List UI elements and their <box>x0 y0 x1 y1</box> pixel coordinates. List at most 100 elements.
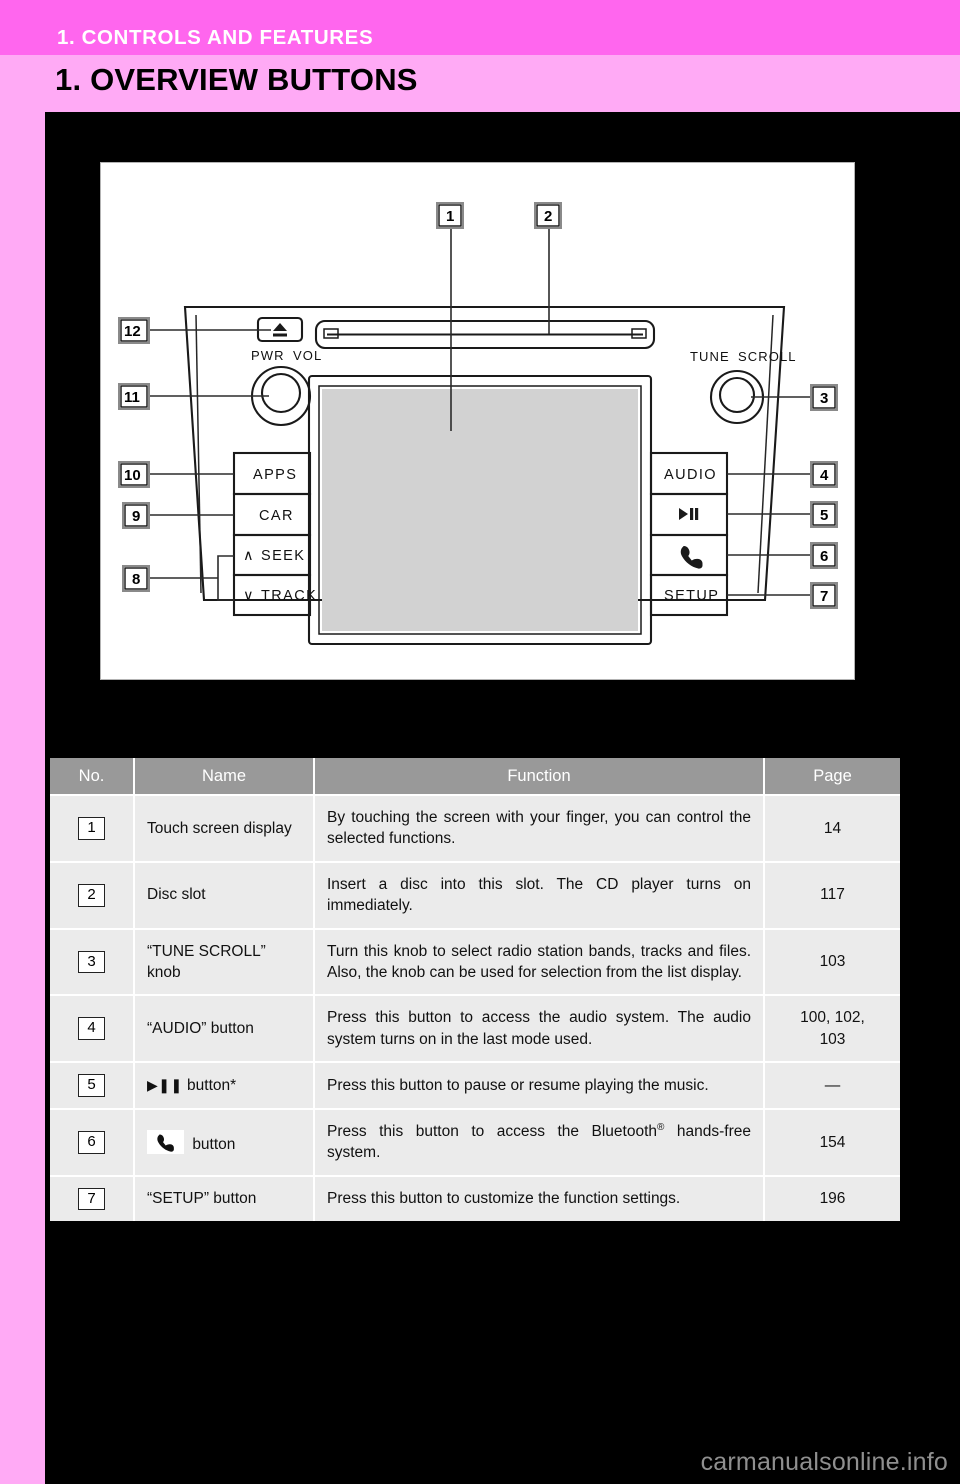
callout-9: 9 <box>122 502 150 529</box>
svg-text:7: 7 <box>820 588 828 605</box>
left-button-column: APPS CAR ∧ SEEK ∨ TRACK <box>232 451 317 617</box>
row-page-cell: 14 <box>764 795 900 863</box>
row-name-cell: button <box>134 1108 315 1177</box>
svg-text:1: 1 <box>446 208 454 225</box>
row-page-cell: — <box>764 1062 900 1110</box>
row-function-cell: Press this button to pause or resume pla… <box>314 1062 765 1110</box>
row-page-cell: 196 <box>764 1175 900 1222</box>
svg-text:12: 12 <box>124 323 141 340</box>
callout-badge: 4 <box>78 1017 105 1040</box>
callout-2: 2 <box>534 202 562 229</box>
table-row: 6 button Press this button to access the… <box>50 1108 900 1177</box>
table-row: 4 “AUDIO” button Press this button to ac… <box>50 995 900 1063</box>
row-name-cell: Touch screen display <box>134 795 315 863</box>
callout-6: 6 <box>810 542 838 569</box>
row-function-cell: By touching the screen with your finger,… <box>314 795 765 863</box>
callout-4: 4 <box>810 461 838 488</box>
table-row: 2 Disc slot Insert a disc into this slot… <box>50 861 900 930</box>
table-header-row: No. Name Function Page <box>50 758 900 796</box>
column-header-function: Function <box>314 758 765 796</box>
svg-text:SEEK: SEEK <box>261 548 305 564</box>
pwr-vol-knob: PWR VOL <box>250 348 322 427</box>
svg-text:SETUP: SETUP <box>664 588 719 604</box>
row-number-cell: 4 <box>50 995 135 1063</box>
callout-1: 1 <box>436 202 464 229</box>
row-number-cell: 2 <box>50 861 135 930</box>
svg-text:∨: ∨ <box>243 588 255 604</box>
callout-10: 10 <box>118 461 150 488</box>
callout-badge: 6 <box>78 1130 105 1154</box>
svg-text:4: 4 <box>820 467 829 484</box>
callout-11: 11 <box>118 383 150 410</box>
right-button-column: AUDIO SETUP <box>649 451 729 617</box>
manual-page: 1. CONTROLS AND FEATURES 1. OVERVIEW BUT… <box>0 0 960 1484</box>
row-number-cell: 7 <box>50 1175 135 1222</box>
row-function-cell: Turn this knob to select radio station b… <box>314 928 765 997</box>
svg-text:TUNE: TUNE <box>690 349 730 364</box>
svg-text:AUDIO: AUDIO <box>664 467 717 483</box>
site-watermark: carmanualsonline.info <box>700 1448 948 1476</box>
table-row: 3 “TUNE SCROLL” knob Turn this knob to s… <box>50 928 900 997</box>
row-page-cell: 117 <box>764 861 900 930</box>
row-name-cell: “AUDIO” button <box>134 995 315 1063</box>
callout-5: 5 <box>810 501 838 528</box>
callout-3: 3 <box>810 384 838 411</box>
column-header-page: Page <box>764 758 900 796</box>
row-number-cell: 5 <box>50 1062 135 1110</box>
row-number-cell: 6 <box>50 1108 135 1177</box>
svg-text:SCROLL: SCROLL <box>738 349 797 364</box>
row-page-cell: 154 <box>764 1108 900 1177</box>
row-name-cell: Disc slot <box>134 861 315 930</box>
play-pause-icon: ▶❚❚ <box>147 1076 183 1093</box>
table-row: 1 Touch screen display By touching the s… <box>50 795 900 863</box>
tune-scroll-knob: TUNE SCROLL <box>690 349 797 425</box>
table-row: 5 ▶❚❚ button* Press this button to pause… <box>50 1062 900 1110</box>
row-page-cell: 103 <box>764 928 900 997</box>
svg-text:PWR: PWR <box>251 348 285 363</box>
figure-panel: .ln { stroke:#1a1a1a; stroke-width:2.1; … <box>100 162 855 680</box>
row-name-cell: “SETUP” button <box>134 1175 315 1222</box>
row-number-cell: 3 <box>50 928 135 997</box>
callout-7: 7 <box>810 582 838 609</box>
row-name-cell: ▶❚❚ button* <box>134 1062 315 1110</box>
column-header-no: No. <box>50 758 135 796</box>
svg-text:5: 5 <box>820 507 828 524</box>
callout-badge: 5 <box>78 1074 105 1097</box>
phone-icon <box>147 1129 184 1154</box>
callout-badge: 1 <box>78 817 105 840</box>
svg-text:APPS: APPS <box>253 467 297 483</box>
page-title: 1. OVERVIEW BUTTONS <box>55 62 418 97</box>
svg-text:3: 3 <box>820 390 828 407</box>
head-unit-diagram: .ln { stroke:#1a1a1a; stroke-width:2.1; … <box>118 202 838 646</box>
row-number-cell: 1 <box>50 795 135 863</box>
svg-text:VOL: VOL <box>293 348 322 363</box>
row-function-cell: Press this button to access the Bluetoot… <box>314 1108 765 1177</box>
column-header-name: Name <box>134 758 315 796</box>
disc-slot <box>314 319 656 350</box>
row-function-cell: Insert a disc into this slot. The CD pla… <box>314 861 765 930</box>
row-name-label: button* <box>187 1076 237 1094</box>
svg-text:11: 11 <box>124 389 140 406</box>
callout-8: 8 <box>122 565 150 592</box>
chapter-title: 1. CONTROLS AND FEATURES <box>57 26 374 49</box>
row-name-cell: “TUNE SCROLL” knob <box>134 928 315 997</box>
svg-text:CAR: CAR <box>259 508 294 524</box>
svg-text:6: 6 <box>820 548 828 565</box>
row-page-cell: 100, 102, 103 <box>764 995 900 1063</box>
callout-badge: 3 <box>78 950 105 974</box>
svg-text:8: 8 <box>132 571 140 588</box>
row-function-cell: Press this button to customize the funct… <box>314 1175 765 1222</box>
svg-text:TRACK: TRACK <box>261 588 317 604</box>
callout-badge: 7 <box>78 1187 105 1211</box>
svg-text:∧: ∧ <box>243 548 255 564</box>
callout-badge: 2 <box>78 883 105 907</box>
svg-text:2: 2 <box>544 208 552 225</box>
svg-text:9: 9 <box>132 508 140 525</box>
controls-table: No. Name Function Page 1 Touch screen di… <box>50 758 900 1222</box>
callout-12: 12 <box>118 317 150 344</box>
svg-text:10: 10 <box>124 467 141 484</box>
table-row: 7 “SETUP” button Press this button to cu… <box>50 1175 900 1222</box>
row-name-label: button <box>192 1135 236 1153</box>
touch-screen-display <box>307 374 653 646</box>
row-function-cell: Press this button to access the audio sy… <box>314 995 765 1063</box>
